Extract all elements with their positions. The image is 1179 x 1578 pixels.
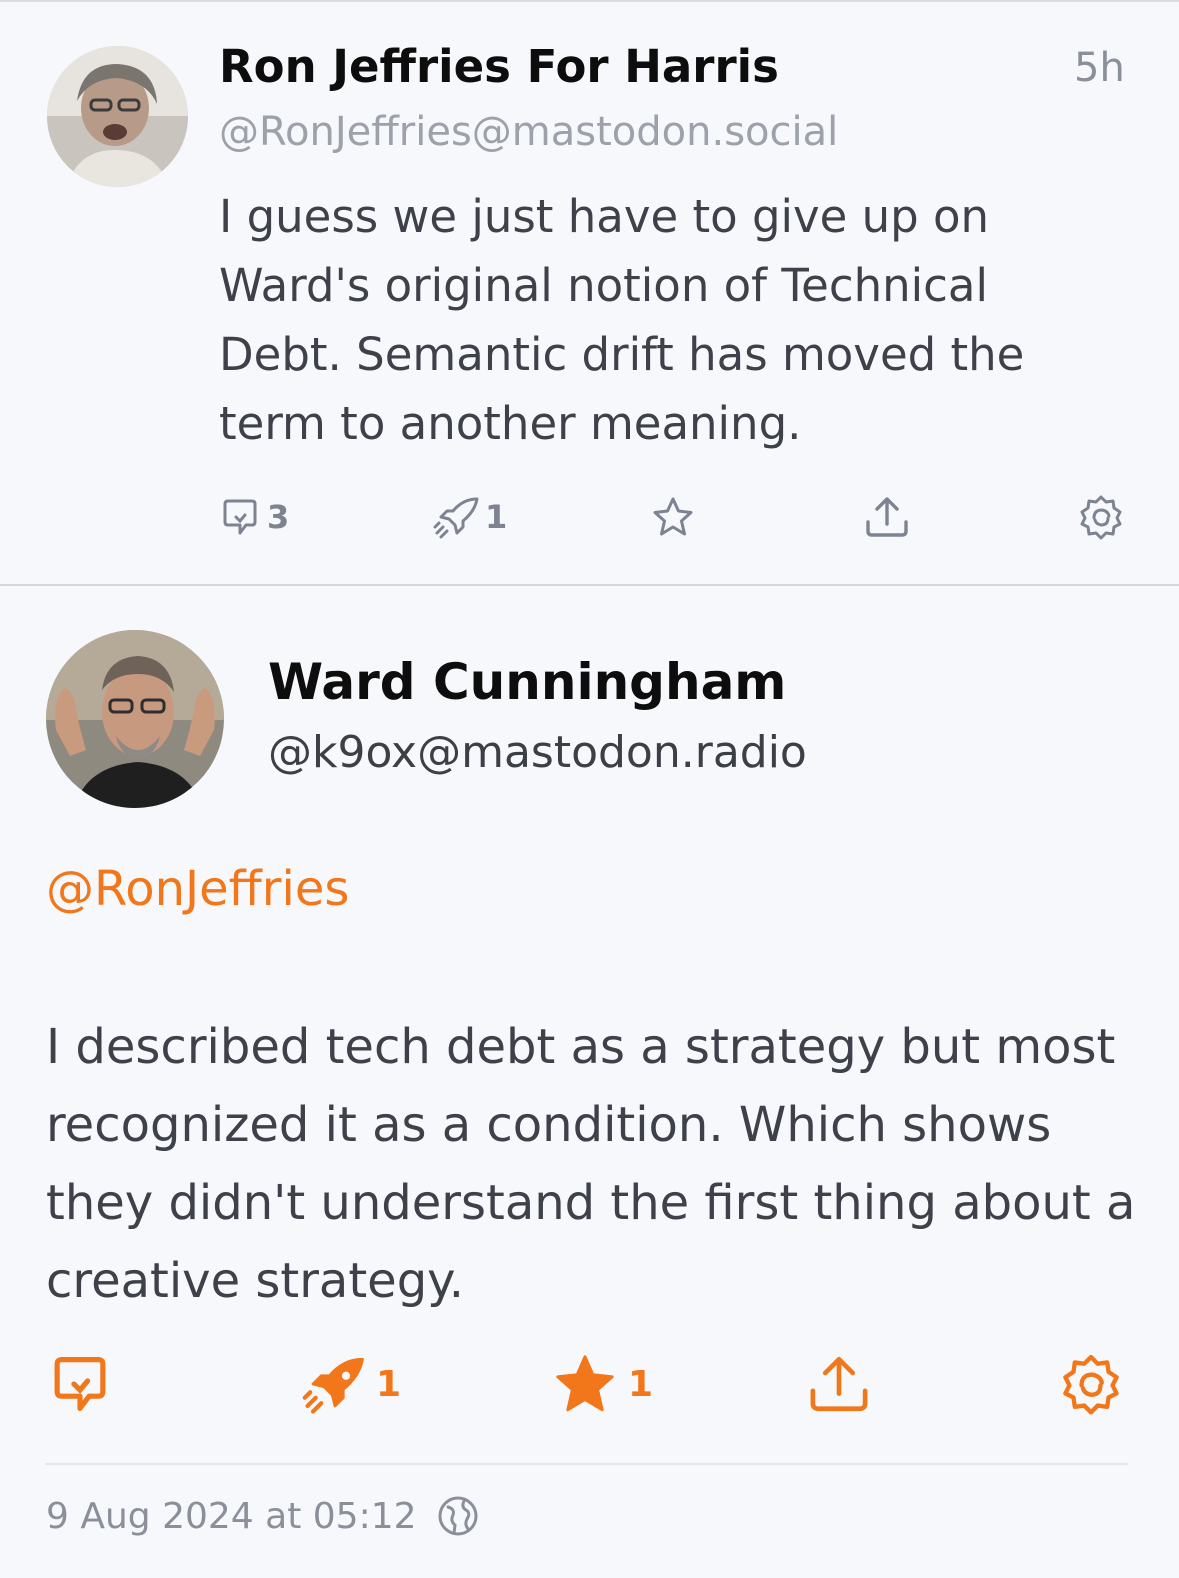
reply-count: 3: [267, 498, 290, 536]
status-post-reply-parent[interactable]: Ron Jeffries For Harris @RonJeffries@mas…: [0, 0, 1179, 585]
reply-button[interactable]: [48, 1352, 112, 1416]
status-content: I guess we just have to give up on Ward'…: [219, 190, 1025, 450]
author-handle[interactable]: @RonJeffries@mastodon.social: [219, 108, 838, 156]
more-menu-button[interactable]: [1060, 1352, 1122, 1416]
status-post-focused: Ward Cunningham @k9ox@mastodon.radio @Ro…: [0, 586, 1179, 1578]
boost-button[interactable]: 1: [433, 495, 507, 539]
share-button[interactable]: [863, 494, 911, 540]
reply-icon: [54, 1357, 106, 1411]
favourite-count: 1: [628, 1363, 654, 1405]
metadata-separator: [45, 1463, 1128, 1465]
avatar[interactable]: [46, 630, 224, 808]
status-content: I described tech debt as a strategy but …: [46, 1019, 1136, 1309]
author-name[interactable]: Ward Cunningham: [268, 652, 786, 712]
favourite-button[interactable]: 1: [552, 1352, 653, 1416]
mention-link[interactable]: @RonJeffries: [46, 860, 349, 918]
gear-icon: [1063, 1354, 1119, 1415]
status-metadata: 9 Aug 2024 at 05:12: [46, 1492, 479, 1540]
rocket-icon: [302, 1357, 364, 1414]
reply-button[interactable]: 3: [219, 495, 289, 539]
rocket-icon: [433, 497, 479, 539]
share-button[interactable]: [806, 1352, 872, 1416]
share-icon: [810, 1356, 868, 1412]
globe-icon: [438, 1496, 478, 1536]
post-timestamp: 9 Aug 2024 at 05:12: [46, 1495, 417, 1537]
star-filled-icon: [556, 1355, 614, 1412]
share-icon: [866, 497, 908, 537]
avatar[interactable]: [47, 46, 188, 187]
author-handle[interactable]: @k9ox@mastodon.radio: [268, 726, 807, 780]
reply-icon: [223, 499, 257, 535]
boost-button[interactable]: 1: [302, 1352, 401, 1416]
more-menu-button[interactable]: [1078, 494, 1124, 540]
gear-icon: [1080, 495, 1122, 540]
boost-count: 1: [376, 1363, 402, 1405]
author-name[interactable]: Ron Jeffries For Harris: [219, 40, 779, 94]
favourite-button[interactable]: [650, 494, 696, 540]
star-icon: [653, 497, 693, 536]
boost-count: 1: [485, 498, 508, 536]
relative-time: 5h: [1074, 45, 1125, 91]
